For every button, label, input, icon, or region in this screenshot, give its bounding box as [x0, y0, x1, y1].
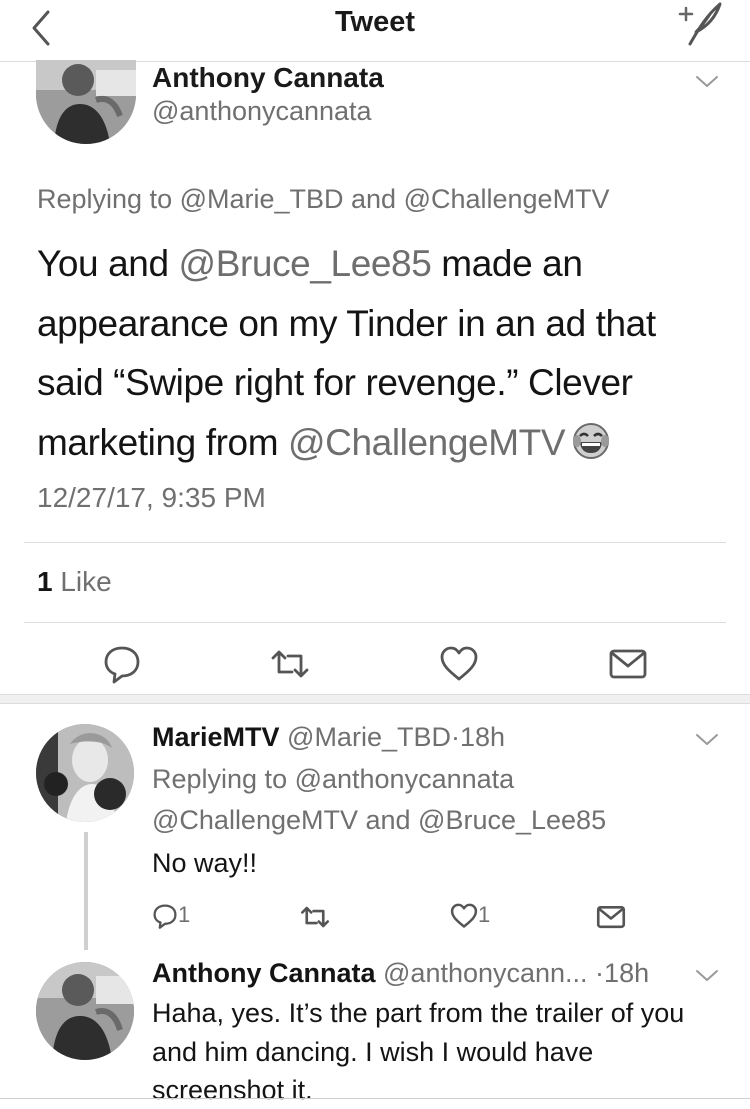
chevron-down-icon[interactable] — [694, 732, 720, 748]
avatar[interactable] — [36, 962, 134, 1060]
page-title: Tweet — [334, 6, 416, 38]
heart-icon — [450, 903, 478, 928]
reply-handle-time: @anthonycann... ·18h — [375, 958, 650, 988]
heart-icon[interactable] — [439, 644, 479, 684]
tweet-text-part: You and — [37, 243, 179, 284]
retweet-icon[interactable] — [270, 644, 310, 684]
like-count-label: Like — [52, 566, 112, 597]
mention-link[interactable]: @ChallengeMTV — [288, 422, 565, 463]
reply-author[interactable]: Anthony Cannata @anthonycann... ·18h — [152, 958, 649, 989]
reply-button[interactable]: 1 — [152, 902, 190, 932]
author-handle[interactable]: @anthonycannata — [152, 96, 372, 127]
direct-message-button[interactable] — [596, 902, 626, 932]
like-button[interactable]: 1 — [450, 902, 490, 932]
reply-count: 1 — [178, 902, 191, 927]
direct-message-icon — [596, 905, 626, 929]
chevron-down-icon[interactable] — [694, 74, 720, 90]
like-count-number: 1 — [37, 566, 53, 597]
author-name[interactable]: Anthony Cannata — [152, 62, 384, 94]
reply-text: No way!! — [152, 848, 258, 878]
tweet-text: You and @Bruce_Lee85 made an appearance … — [37, 234, 717, 472]
reply-text: Haha, yes. It’s the part from the traile… — [152, 998, 685, 1105]
retweet-icon — [300, 906, 330, 928]
avatar[interactable] — [36, 60, 136, 144]
reply-author-name: MarieMTV — [152, 722, 280, 752]
replying-to[interactable]: Replying to @Marie_TBD and @ChallengeMTV — [37, 184, 610, 215]
like-count: 1 — [478, 902, 491, 927]
compose-quill-icon[interactable] — [672, 0, 724, 48]
thread-connector — [84, 832, 88, 950]
avatar[interactable] — [36, 724, 134, 822]
divider — [24, 622, 726, 623]
retweet-button[interactable] — [300, 902, 330, 932]
reply-handle-time: @Marie_TBD·18h — [279, 722, 506, 752]
section-separator — [0, 694, 750, 704]
reply-icon[interactable] — [102, 644, 142, 684]
divider — [24, 542, 726, 543]
face-with-tears-of-joy-icon — [571, 419, 611, 459]
chevron-down-icon[interactable] — [694, 968, 720, 984]
direct-message-icon[interactable] — [608, 644, 648, 684]
bottom-divider — [0, 1098, 750, 1099]
replying-to-line: @ChallengeMTV and @Bruce_Lee85 — [152, 805, 607, 835]
reply-author-name: Anthony Cannata — [152, 958, 376, 988]
replying-to-line: Replying to @anthonycannata — [152, 764, 515, 794]
navigation-bar: Tweet — [0, 0, 750, 62]
tweet-timestamp: 12/27/17, 9:35 PM — [37, 482, 266, 513]
reply-icon — [153, 904, 177, 930]
like-count-link[interactable]: 1 Like — [37, 566, 112, 598]
reply-author[interactable]: MarieMTV @Marie_TBD·18h — [152, 722, 505, 753]
replying-to[interactable]: Replying to @anthonycannata @ChallengeMT… — [152, 759, 606, 841]
mention-link[interactable]: @Bruce_Lee85 — [179, 243, 432, 284]
